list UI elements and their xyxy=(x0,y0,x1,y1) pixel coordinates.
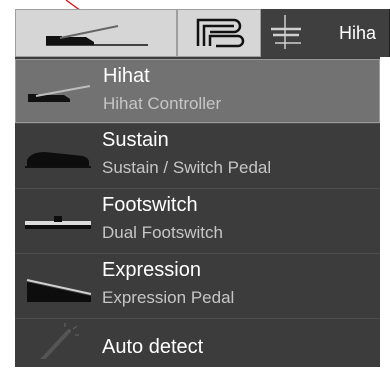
menu-item-footswitch[interactable]: Footswitch Dual Footswitch xyxy=(15,189,380,253)
sustain-pedal-icon xyxy=(25,152,91,168)
tab-bar: Hiha xyxy=(15,9,390,57)
brand-logo-icon xyxy=(196,18,245,48)
hihat-pedal-icon xyxy=(28,85,91,102)
tab-hihat-pedal[interactable] xyxy=(15,9,177,57)
pedal-type-menu: Hihat Hihat Controller Sustain Sustain /… xyxy=(15,57,380,367)
item-subtitle: Hihat Controller xyxy=(103,94,222,113)
item-title: Sustain xyxy=(102,129,169,151)
menu-item-hihat[interactable]: Hihat Hihat Controller xyxy=(15,59,380,123)
footswitch-icon xyxy=(25,216,91,229)
expression-pedal-icon xyxy=(26,279,92,302)
item-title: Footswitch xyxy=(102,194,198,216)
tab-cymbal-label: Hiha xyxy=(339,23,377,43)
menu-item-auto-detect[interactable]: Auto detect xyxy=(15,319,380,383)
menu-item-sustain[interactable]: Sustain Sustain / Switch Pedal xyxy=(15,124,380,188)
cymbal-icon xyxy=(271,15,301,49)
item-subtitle: Sustain / Switch Pedal xyxy=(102,158,272,177)
item-title: Hihat xyxy=(103,65,150,87)
item-title: Expression xyxy=(102,259,201,281)
hihat-pedal-icon xyxy=(46,25,148,46)
item-subtitle: Expression Pedal xyxy=(102,288,235,307)
tab-brand-logo[interactable] xyxy=(177,9,261,57)
item-title: Auto detect xyxy=(102,336,204,358)
item-subtitle: Dual Footswitch xyxy=(102,223,223,242)
magic-wand-icon xyxy=(40,323,79,359)
tab-cymbal[interactable]: Hiha xyxy=(261,9,390,57)
menu-item-expression[interactable]: Expression Expression Pedal xyxy=(15,254,380,318)
